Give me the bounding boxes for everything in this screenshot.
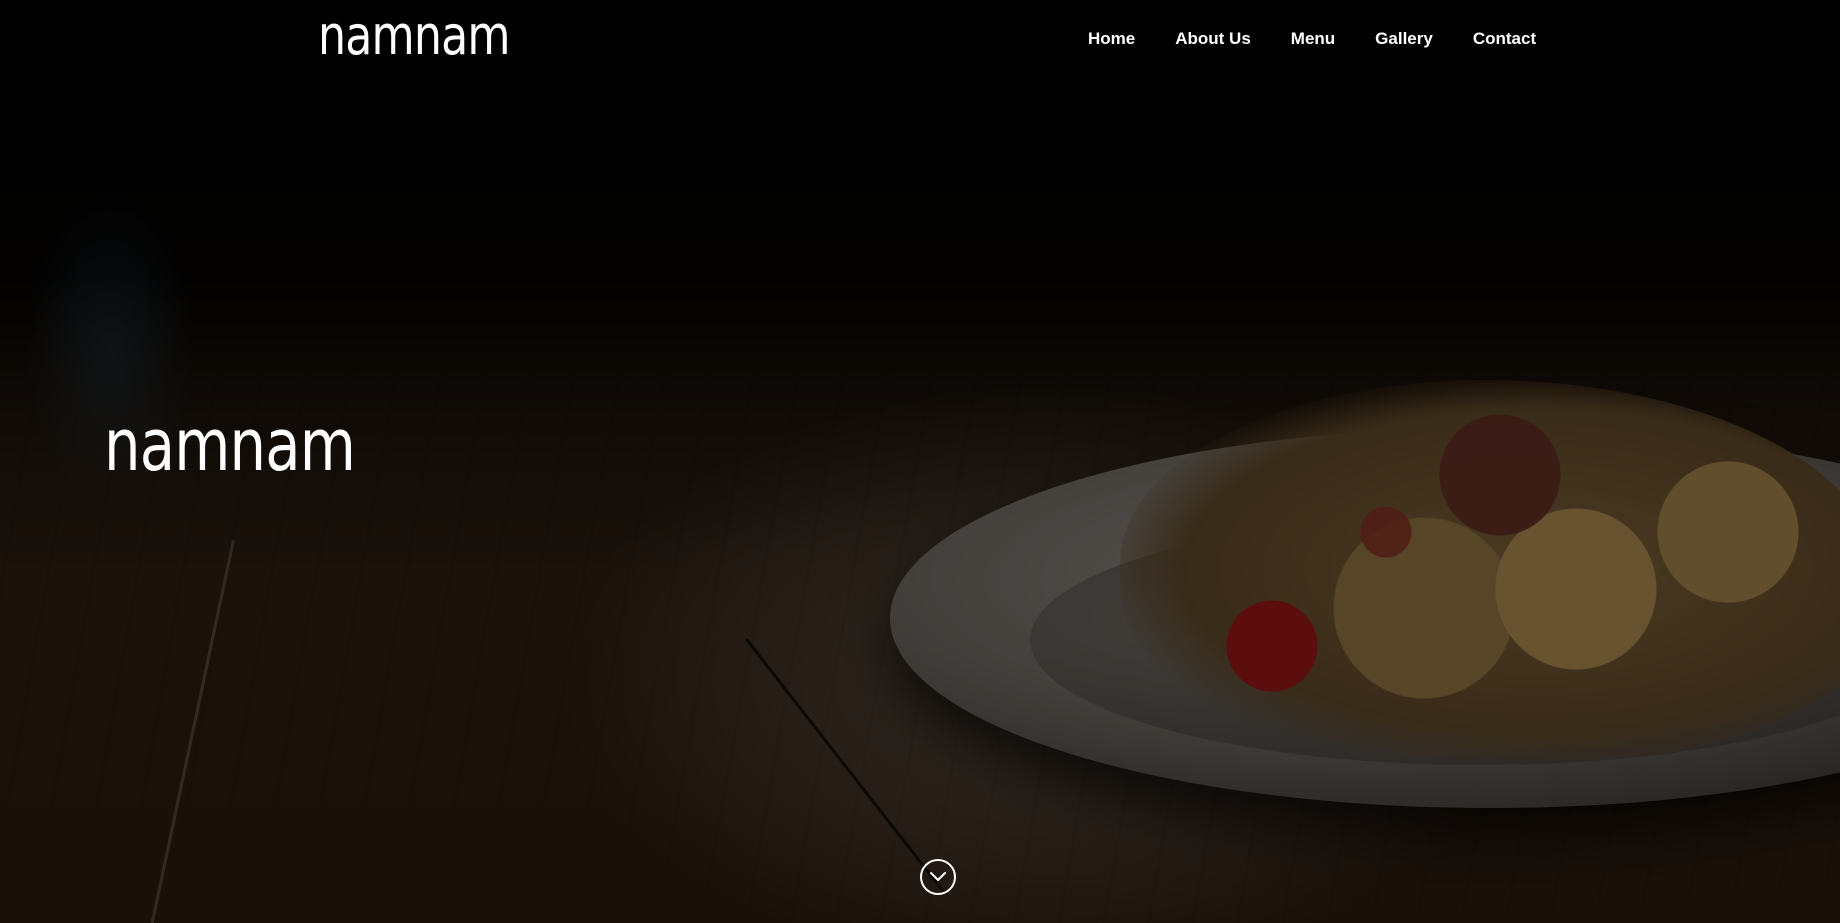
site-header: namnam Home About Us Menu Gallery Contac… [0, 0, 1840, 80]
chevron-down-icon [930, 872, 946, 881]
nav-home[interactable]: Home [1088, 28, 1135, 50]
nav-gallery[interactable]: Gallery [1375, 28, 1433, 50]
nav-about-us[interactable]: About Us [1175, 28, 1251, 50]
nav-menu[interactable]: Menu [1291, 28, 1335, 50]
hero-section: namnam Home About Us Menu Gallery Contac… [0, 0, 1840, 923]
site-logo[interactable]: namnam [318, 4, 511, 68]
hero-title: namnam [104, 403, 356, 487]
scroll-down-button[interactable] [920, 859, 956, 895]
main-nav: Home About Us Menu Gallery Contact [1088, 28, 1536, 50]
nav-contact[interactable]: Contact [1473, 28, 1536, 50]
